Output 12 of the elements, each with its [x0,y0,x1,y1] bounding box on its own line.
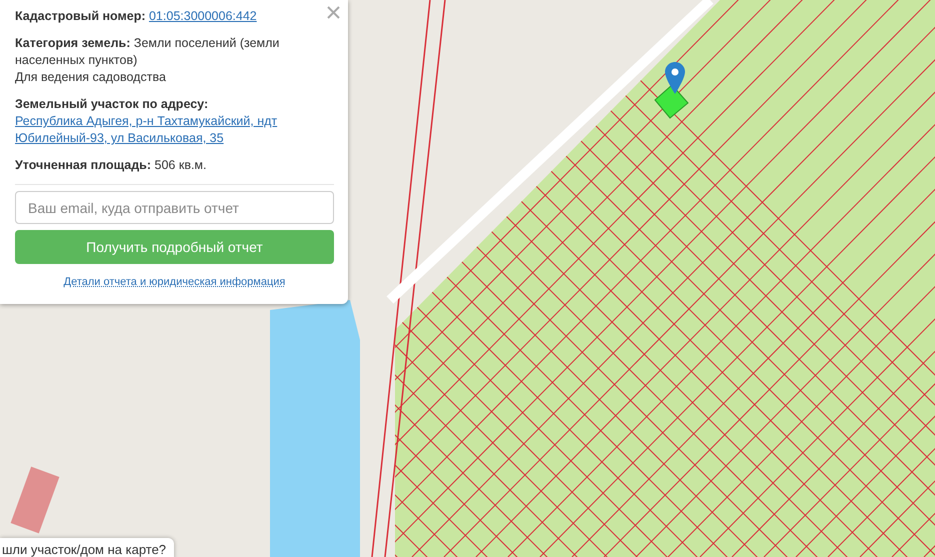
info-field: Категория земель: Земли поселений (земли населенных пунктов) Для ведения садоводства [15,35,334,86]
close-icon [327,6,340,19]
info-field: Кадастровый номер: 01:05:3000006:442 [15,8,334,25]
field-link[interactable]: 01:05:3000006:442 [148,9,257,23]
email-input-field[interactable]: Ваш email, куда отправить отчет [15,191,334,224]
details-link[interactable]: Детали отчета и юридическая информация [15,276,334,288]
close-button[interactable] [325,4,342,21]
map-pin-icon[interactable] [665,62,685,94]
info-field: Уточненная площадь: 506 кв.м. [15,157,334,174]
help-prompt[interactable]: шли участок/дом на карте? [0,538,174,557]
info-field: Земельный участок по адресу: Республика Адыгея, р-н Тахтамукайский, ндт Юбилейный-93, ул Васильковая, 35 [15,96,334,147]
address-link[interactable]: Республика Адыгея, р-н Тахтамукайский, ндт Юбилейный-93, ул Васильковая, 35 [15,113,334,147]
